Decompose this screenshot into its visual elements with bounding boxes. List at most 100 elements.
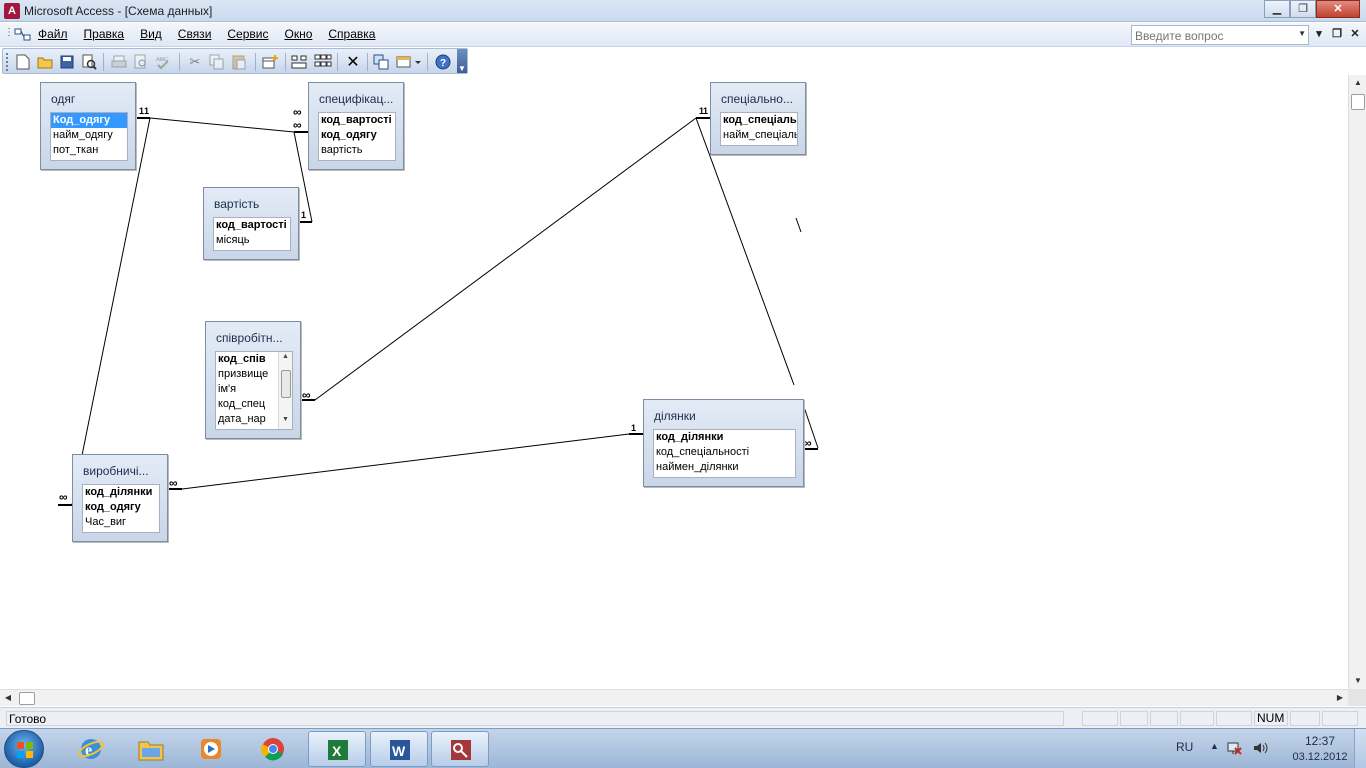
scroll-down-icon[interactable]: ▼ [1349, 673, 1366, 689]
help-question-input[interactable] [1135, 28, 1293, 43]
show-hidden-icons-icon[interactable]: ▲ [1210, 741, 1219, 751]
relationships-canvas[interactable]: 1 1 ∞ ∞ 1 1 1 ∞ ∞ 1 ∞ ∞ одяг Код_одягу н… [0, 75, 1348, 689]
taskbar-explorer[interactable] [122, 731, 180, 767]
taskbar-chrome[interactable] [244, 731, 302, 767]
toolbar-grip[interactable] [6, 53, 10, 71]
field-list[interactable]: код_спеціальн найм_спеціальн [720, 112, 798, 146]
menu-view[interactable]: Вид [140, 27, 170, 41]
vertical-scrollbar[interactable]: ▲ ▼ [1348, 75, 1366, 689]
language-indicator[interactable]: RU [1176, 740, 1193, 754]
relation-dil-vyrob-line[interactable] [181, 433, 630, 490]
doc-minimize-button[interactable]: ▾ [1312, 27, 1326, 40]
field-item[interactable]: код_вартості [214, 218, 290, 233]
taskbar-access[interactable] [431, 731, 489, 767]
scroll-up-icon[interactable]: ▲ [1349, 75, 1366, 91]
relationships-window-icon[interactable] [14, 28, 32, 42]
horizontal-scrollbar[interactable]: ◀ ▶ [0, 689, 1348, 706]
paste-icon[interactable] [229, 52, 249, 72]
volume-icon[interactable] [1252, 740, 1268, 756]
field-list[interactable]: код_ділянки код_одягу Час_виг [82, 484, 160, 533]
scroll-right-icon[interactable]: ▶ [1332, 690, 1348, 706]
table-dilyanky[interactable]: ділянки код_ділянки код_спеціальності на… [643, 399, 804, 487]
taskbar-media-player[interactable] [182, 731, 240, 767]
field-item[interactable]: найм_одягу [51, 128, 127, 143]
print-icon[interactable] [109, 52, 129, 72]
field-list-scrollbar[interactable]: ▲ ▼ [278, 352, 292, 429]
table-specification[interactable]: специфікац... код_вартості код_одягу вар… [308, 82, 404, 170]
access-app-icon[interactable]: A [4, 3, 20, 19]
field-list[interactable]: код_ділянки код_спеціальності наймен_діл… [653, 429, 796, 478]
field-item[interactable]: код_ділянки [654, 430, 795, 445]
scroll-down-icon[interactable]: ▼ [279, 416, 292, 428]
field-item[interactable]: код_одягу [319, 128, 395, 143]
menu-edit[interactable]: Правка [84, 27, 133, 41]
field-item[interactable]: код_ділянки [83, 485, 159, 500]
help-dropdown-icon[interactable]: ▼ [1298, 29, 1306, 38]
open-icon[interactable] [35, 52, 55, 72]
doc-close-button[interactable]: ✕ [1348, 27, 1362, 40]
toolbar-options-icon[interactable]: ▼ [457, 49, 467, 73]
field-item[interactable]: Час_виг [83, 515, 159, 530]
save-icon[interactable] [57, 52, 77, 72]
copy-icon[interactable] [207, 52, 227, 72]
field-list[interactable]: код_спів призвище ім'я код_спец дата_нар… [215, 351, 293, 430]
table-vartist[interactable]: вартість код_вартості місяць [203, 187, 299, 260]
field-item[interactable]: наймен_ділянки [654, 460, 795, 475]
relation-odiag-vyrob-line[interactable] [71, 117, 151, 506]
new-icon[interactable] [13, 52, 33, 72]
field-item[interactable]: код_одягу [83, 500, 159, 515]
scroll-thumb[interactable] [281, 370, 291, 398]
scroll-up-icon[interactable]: ▲ [279, 353, 292, 365]
field-item[interactable]: Код_одягу [51, 113, 127, 128]
field-item[interactable]: код_спеціальності [654, 445, 795, 460]
file-search-icon[interactable] [79, 52, 99, 72]
menu-grip-icon[interactable]: ⋮ [4, 27, 14, 43]
table-odiag[interactable]: одяг Код_одягу найм_одягу пот_ткан [40, 82, 136, 170]
field-item[interactable]: код_вартості [319, 113, 395, 128]
menu-relationships[interactable]: Связи [178, 27, 220, 41]
field-item[interactable]: місяць [214, 233, 290, 248]
menu-window[interactable]: Окно [284, 27, 320, 41]
show-all-icon[interactable] [313, 52, 333, 72]
field-item[interactable]: пот_ткан [51, 143, 127, 158]
minimize-button[interactable]: ▁ [1264, 0, 1290, 18]
vertical-scroll-thumb[interactable] [1351, 94, 1365, 110]
network-icon[interactable] [1226, 740, 1242, 756]
table-spetsialnist[interactable]: спеціально... код_спеціальн найм_спеціал… [710, 82, 806, 155]
clock[interactable]: 12:37 03.12.2012 [1292, 734, 1348, 763]
menu-file[interactable]: Файл [38, 27, 76, 41]
field-list[interactable]: Код_одягу найм_одягу пот_ткан [50, 112, 128, 161]
scroll-left-icon[interactable]: ◀ [0, 690, 16, 706]
spelling-icon[interactable]: ABC [153, 52, 173, 72]
field-item[interactable]: вартість [319, 143, 395, 158]
taskbar-ie[interactable]: e [62, 731, 120, 767]
show-table-icon[interactable] [261, 52, 281, 72]
field-list[interactable]: код_вартості код_одягу вартість [318, 112, 396, 161]
status-pane [1290, 711, 1320, 726]
show-desktop-button[interactable] [1354, 729, 1366, 768]
doc-restore-button[interactable]: ❐ [1330, 27, 1344, 40]
help-icon[interactable]: ? [433, 52, 453, 72]
field-item[interactable]: найм_спеціальн [721, 128, 797, 143]
delete-icon[interactable]: ✕ [343, 52, 363, 72]
horizontal-scroll-thumb[interactable] [19, 692, 35, 705]
start-button[interactable] [4, 730, 44, 768]
show-direct-icon[interactable] [289, 52, 309, 72]
field-item[interactable]: код_спеціальн [721, 113, 797, 128]
close-button[interactable]: ✕ [1316, 0, 1360, 18]
table-spivrobitnyky[interactable]: співробітн... код_спів призвище ім'я код… [205, 321, 301, 439]
taskbar-excel[interactable]: X [308, 731, 366, 767]
relationships-icon[interactable] [371, 52, 391, 72]
print-preview-icon[interactable] [131, 52, 151, 72]
relation-odiag-spec-line[interactable] [149, 117, 295, 133]
menu-help[interactable]: Справка [328, 27, 383, 41]
relation-spets-dilyanky-line[interactable] [695, 117, 795, 386]
cut-icon[interactable]: ✂ [185, 52, 205, 72]
taskbar-word[interactable]: W [370, 731, 428, 767]
relationship-lines: 1 1 ∞ ∞ 1 1 1 ∞ ∞ 1 ∞ ∞ [58, 105, 819, 506]
new-object-icon[interactable] [395, 52, 423, 72]
table-vyrobnychi[interactable]: виробничі... код_ділянки код_одягу Час_в… [72, 454, 168, 542]
menu-tools[interactable]: Сервис [227, 27, 276, 41]
field-list[interactable]: код_вартості місяць [213, 217, 291, 251]
restore-button[interactable]: ❐ [1290, 0, 1316, 18]
